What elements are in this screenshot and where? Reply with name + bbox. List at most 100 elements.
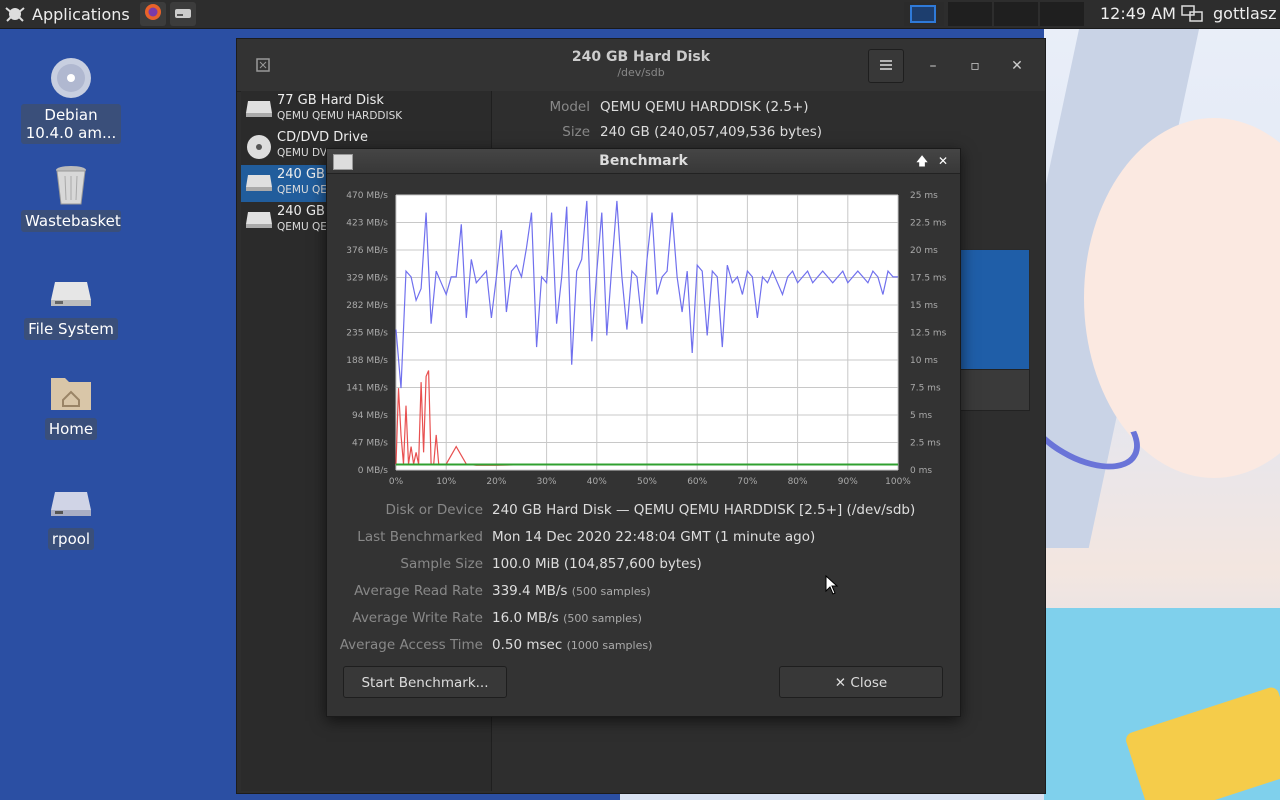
x-tick-label: 20% (486, 477, 506, 487)
workspace-3[interactable] (994, 2, 1038, 26)
user-menu[interactable]: gottlasz (1213, 0, 1276, 28)
x-axis-labels: 0% 10% 20% 30% 40% 50% 60% 70% 80% 90% 100% (389, 477, 911, 487)
info-value-text: 339.4 MB/s (492, 583, 568, 599)
menu-button[interactable] (868, 49, 904, 83)
info-value-text: 100.0 MiB (104,857,600 bytes) (492, 556, 702, 572)
model-row: Model (492, 99, 590, 119)
desktop-icon-home[interactable]: Home (21, 370, 121, 440)
y-tick-label-left: 94 MB/s (352, 411, 388, 421)
y-axis-left-labels: 0 MB/s 47 MB/s 94 MB/s 141 MB/s 188 MB/s 235 … (346, 191, 388, 476)
info-value-text: Mon 14 Dec 2020 22:48:04 GMT (1 minute a… (492, 529, 816, 545)
y-tick-label-left: 423 MB/s (346, 219, 388, 229)
y-tick-label-right: 5 ms (910, 411, 932, 421)
info-label: Average Access Time (339, 637, 483, 653)
device-model: QEMU QEMU HARDDISK (277, 110, 403, 122)
info-label: Disk or Device (385, 502, 483, 518)
desktop-icon-debian-media[interactable]: Debian 10.4.0 am... (21, 56, 121, 144)
device-name: 240 GB (277, 204, 325, 219)
info-row: Average Write Rate 16.0 MB/s (500 samples… (327, 610, 960, 630)
y-tick-label-right: 15 ms (910, 301, 938, 311)
hard-disk-icon (245, 97, 273, 121)
firefox-icon (144, 3, 162, 25)
desktop-icon-wastebasket[interactable]: Wastebasket (21, 162, 121, 232)
info-value: 16.0 MB/s (500 samples) (492, 610, 642, 626)
desktop-icon-file-system[interactable]: File System (21, 270, 121, 340)
disks-launcher[interactable] (170, 2, 196, 26)
dialog-close-button[interactable]: ✕ (934, 153, 952, 169)
size-label: Size (562, 124, 590, 140)
network-icon[interactable] (1181, 5, 1203, 27)
applications-menu[interactable]: Applications (4, 0, 130, 28)
info-value-text: 16.0 MB/s (492, 610, 559, 626)
x-tick-label: 50% (637, 477, 657, 487)
clock[interactable]: 12:49 AM (1100, 0, 1176, 28)
y-tick-label-left: 47 MB/s (352, 439, 388, 449)
benchmark-dialog: Benchmark 🡅 ✕ 0 MB/s 47 MB/s 94 MB/s 141 MB… (326, 148, 961, 717)
dialog-title: Benchmark (599, 153, 688, 169)
y-tick-label-left: 0 MB/s (358, 466, 389, 476)
x-tick-label: 60% (687, 477, 707, 487)
size-value: 240 GB (240,057,409,536 bytes) (600, 124, 823, 140)
dialog-titlebar[interactable]: Benchmark 🡅 ✕ (327, 149, 960, 174)
info-label: Average Read Rate (354, 583, 483, 599)
x-tick-label: 100% (885, 477, 911, 487)
start-benchmark-button[interactable]: Start Benchmark... (343, 666, 507, 698)
home-folder-icon (49, 370, 93, 414)
device-name: CD/DVD Drive (277, 130, 368, 145)
y-tick-label-left: 376 MB/s (346, 246, 388, 256)
info-sample-count: (500 samples) (571, 585, 651, 598)
model-label: Model (549, 99, 590, 115)
y-tick-label-right: 17.5 ms (910, 274, 947, 284)
info-sample-count: (1000 samples) (566, 639, 653, 652)
applications-label: Applications (32, 4, 130, 24)
workspace-1[interactable] (904, 2, 944, 26)
info-value: 240 GB Hard Disk — QEMU QEMU HARDDISK [2… (492, 502, 915, 518)
optical-drive-icon (245, 134, 273, 159)
device-name: 240 GB (277, 167, 325, 182)
maximize-icon: ▫ (970, 58, 980, 74)
device-model: QEMU QE (277, 184, 327, 196)
size-row: Size (492, 124, 590, 144)
y-tick-label-right: 22.5 ms (910, 219, 947, 229)
info-label: Average Write Rate (352, 610, 483, 626)
dialog-maximize-button[interactable]: 🡅 (913, 153, 931, 169)
close-button[interactable]: ✕ Close (779, 666, 943, 698)
desktop-icon-label: Debian 10.4.0 am... (21, 104, 121, 144)
y-tick-label-left: 188 MB/s (346, 356, 388, 366)
volume-partition-block[interactable] (960, 249, 1030, 371)
top-panel: Applications 12:49 AM gottlasz (0, 0, 1280, 29)
device-name: 77 GB Hard Disk (277, 93, 384, 108)
y-tick-label-left: 141 MB/s (346, 384, 388, 394)
y-tick-label-left: 329 MB/s (346, 274, 388, 284)
info-label: Sample Size (400, 556, 483, 572)
workspace-2[interactable] (948, 2, 992, 26)
info-value-text: 0.50 msec (492, 637, 563, 653)
info-row: Average Access Time 0.50 msec (1000 sampl… (327, 637, 960, 657)
window-titlebar[interactable]: 240 GB Hard Disk /dev/sdb – ▫ ✕ (237, 39, 1045, 92)
x-tick-label: 70% (737, 477, 757, 487)
firefox-launcher[interactable] (140, 2, 166, 26)
info-row: Last Benchmarked Mon 14 Dec 2020 22:48:04… (327, 529, 960, 549)
info-value-text: 240 GB Hard Disk — QEMU QEMU HARDDISK [2… (492, 502, 916, 518)
maximize-button[interactable]: ▫ (960, 51, 990, 81)
trash-icon (49, 162, 93, 206)
y-tick-label-right: 12.5 ms (910, 329, 947, 339)
y-tick-label-right: 7.5 ms (910, 384, 941, 394)
y-tick-label-right: 25 ms (910, 191, 938, 201)
minimize-button[interactable]: – (918, 51, 948, 81)
close-icon: ✕ (937, 154, 949, 168)
device-item[interactable]: 77 GB Hard Disk QEMU QEMU HARDDISK (241, 91, 491, 128)
desktop-icon-label: Wastebasket (21, 210, 121, 232)
info-value: 339.4 MB/s (500 samples) (492, 583, 651, 599)
desktop-icon-rpool[interactable]: rpool (21, 480, 121, 550)
info-value: 0.50 msec (1000 samples) (492, 637, 652, 653)
close-window-button[interactable]: ✕ (1002, 51, 1032, 81)
model-value: QEMU QEMU HARDDISK (2.5+) (600, 99, 809, 115)
y-tick-label-left: 235 MB/s (346, 329, 388, 339)
workspace-4[interactable] (1040, 2, 1084, 26)
hard-drive-icon (49, 270, 93, 314)
hard-disk-icon (245, 171, 273, 195)
x-tick-label: 90% (838, 477, 858, 487)
optical-disc-icon (49, 56, 93, 100)
info-row: Sample Size 100.0 MiB (104,857,600 bytes) (327, 556, 960, 576)
